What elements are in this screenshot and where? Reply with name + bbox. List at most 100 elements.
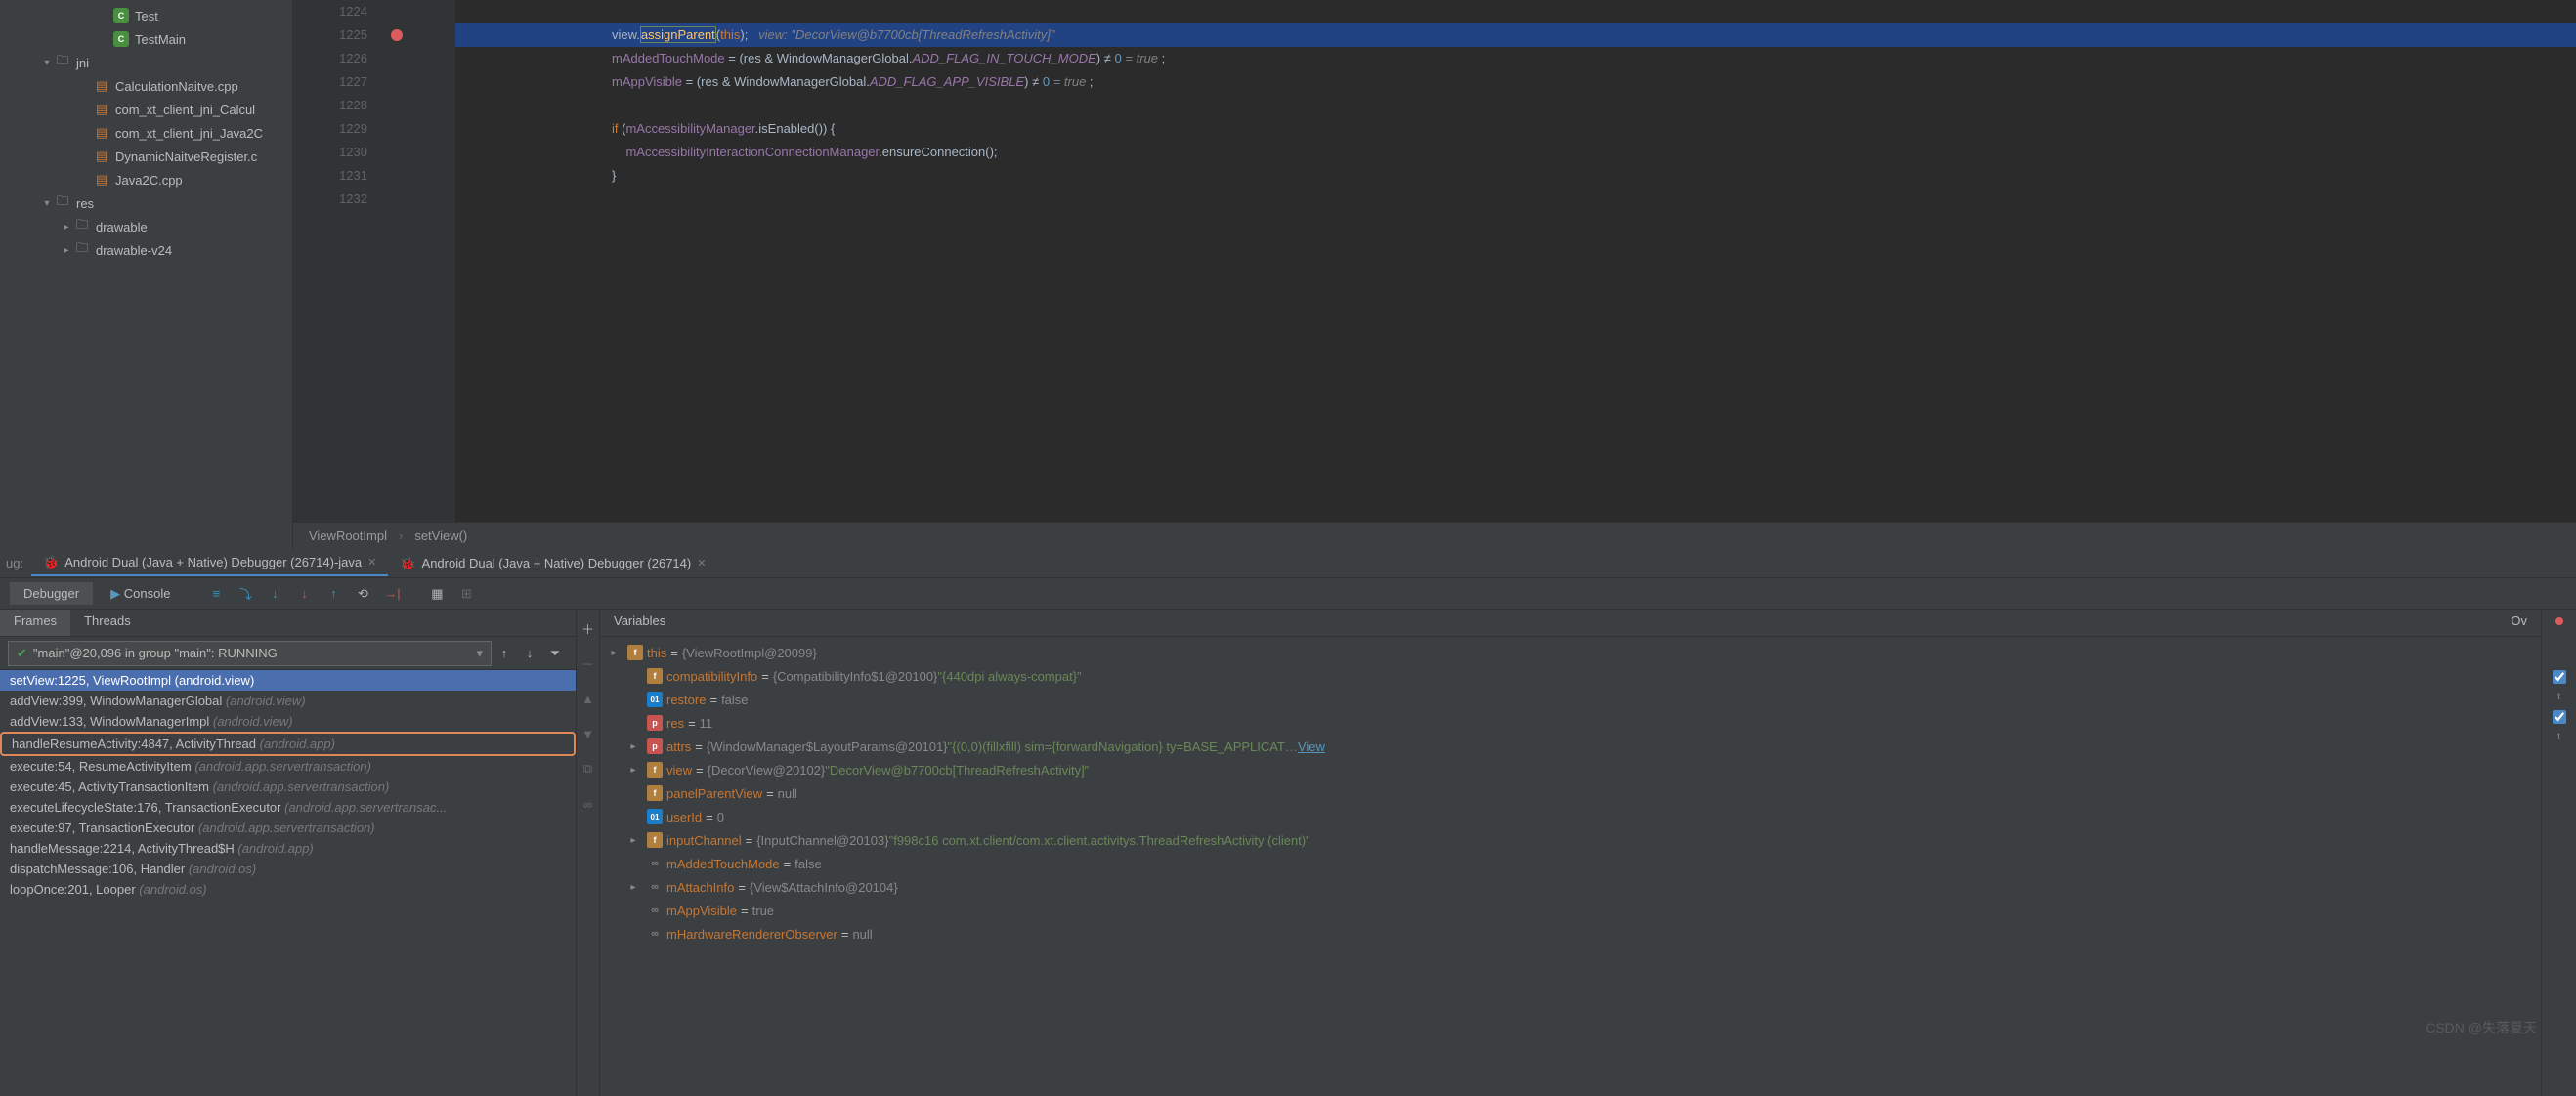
- stack-frame[interactable]: addView:399, WindowManagerGlobal (androi…: [0, 691, 576, 711]
- drop-frame-icon[interactable]: ⟲: [350, 581, 375, 607]
- variable-row[interactable]: ▸fview = {DecorView@20102} "DecorView@b7…: [600, 758, 2541, 781]
- field-icon: f: [647, 785, 663, 801]
- line-gutter: 122412251226122712281229123012311232: [293, 0, 381, 522]
- tree-label: jni: [76, 56, 89, 70]
- prev-frame-icon[interactable]: ↑: [492, 641, 517, 666]
- copy-icon[interactable]: ⧉: [576, 756, 601, 781]
- stack-frame[interactable]: setView:1225, ViewRootImpl (android.view…: [0, 670, 576, 691]
- tree-item[interactable]: ▾🗀jni: [0, 51, 292, 74]
- variable-row[interactable]: 01restore = false: [600, 688, 2541, 711]
- debug-tab-java[interactable]: 🐞 Android Dual (Java + Native) Debugger …: [31, 551, 388, 576]
- class-icon: C: [113, 31, 129, 47]
- tree-item[interactable]: ▤CalculationNaitve.cpp: [0, 74, 292, 98]
- tree-item[interactable]: ▤ DynamicNaitveRegister.c: [0, 145, 292, 168]
- breadcrumb-method[interactable]: setView(): [414, 528, 467, 543]
- variable-row[interactable]: 01userId = 0: [600, 805, 2541, 828]
- stack-frame[interactable]: execute:45, ActivityTransactionItem (and…: [0, 777, 576, 797]
- close-icon[interactable]: ✕: [697, 557, 706, 569]
- field-icon: f: [647, 762, 663, 778]
- step-out-icon[interactable]: ↑: [321, 581, 346, 607]
- debug-tab-native[interactable]: 🐞 Android Dual (Java + Native) Debugger …: [388, 552, 717, 575]
- vars-side-toolbar[interactable]: ＋ － ▲ ▼ ⧉ ∞: [577, 610, 600, 1096]
- tree-label: DynamicNaitveRegister.c: [115, 149, 257, 164]
- variable-row[interactable]: pres = 11: [600, 711, 2541, 735]
- remove-icon[interactable]: －: [576, 651, 601, 676]
- frames-list[interactable]: setView:1225, ViewRootImpl (android.view…: [0, 670, 576, 1096]
- variable-row[interactable]: ▸∞mAttachInfo = {View$AttachInfo@20104}: [600, 875, 2541, 899]
- tree-item[interactable]: ▸🗀drawable: [0, 215, 292, 238]
- breadcrumb-class[interactable]: ViewRootImpl: [309, 528, 387, 543]
- close-icon[interactable]: ✕: [367, 556, 376, 569]
- record-icon[interactable]: [2555, 617, 2563, 625]
- console-tab[interactable]: ▶ Console: [97, 582, 184, 606]
- tree-label: drawable-v24: [96, 243, 172, 258]
- folder-icon: 🗀: [74, 219, 90, 234]
- tree-label: Java2C.cpp: [115, 173, 183, 188]
- tree-item[interactable]: ▸🗀drawable-v24: [0, 238, 292, 262]
- tree-item[interactable]: ▾🗀res: [0, 191, 292, 215]
- step-into-icon[interactable]: ↓: [262, 581, 287, 607]
- tree-item[interactable]: ▤com_xt_client_jni_Java2C: [0, 121, 292, 145]
- file-icon: ▤: [94, 125, 109, 141]
- variable-row[interactable]: ∞mHardwareRendererObserver = null: [600, 922, 2541, 946]
- breadcrumb[interactable]: ViewRootImpl › setView(): [293, 522, 2576, 549]
- variables-panel: Variables Ov ▸fthis = {ViewRootImpl@2009…: [600, 610, 2541, 1096]
- stack-frame[interactable]: dispatchMessage:106, Handler (android.os…: [0, 859, 576, 879]
- field-icon: f: [647, 668, 663, 684]
- up-icon[interactable]: ▲: [576, 686, 601, 711]
- variable-row[interactable]: ▸pattrs = {WindowManager$LayoutParams@20…: [600, 735, 2541, 758]
- variable-row[interactable]: ▸finputChannel = {InputChannel@20103} "f…: [600, 828, 2541, 852]
- tree-label: TestMain: [135, 32, 186, 47]
- threads-subtab[interactable]: Threads: [70, 610, 145, 636]
- tree-item[interactable]: ▤Java2C.cpp: [0, 168, 292, 191]
- stack-frame[interactable]: execute:54, ResumeActivityItem (android.…: [0, 756, 576, 777]
- add-watch-icon[interactable]: ＋: [576, 615, 601, 641]
- next-frame-icon[interactable]: ↓: [517, 641, 542, 666]
- stack-frame[interactable]: execute:97, TransactionExecutor (android…: [0, 818, 576, 838]
- stack-frame[interactable]: handleMessage:2214, ActivityThread$H (an…: [0, 838, 576, 859]
- filter-icon[interactable]: ⏷: [542, 641, 568, 666]
- debug-session-tabs[interactable]: ug: 🐞 Android Dual (Java + Native) Debug…: [0, 549, 2576, 578]
- folder-icon: 🗀: [74, 242, 90, 258]
- watch-checkbox-2[interactable]: [2553, 710, 2566, 724]
- variable-row[interactable]: fcompatibilityInfo = {CompatibilityInfo$…: [600, 664, 2541, 688]
- breadcrumb-sep: ›: [399, 528, 403, 543]
- param-icon: p: [647, 738, 663, 754]
- down-icon[interactable]: ▼: [576, 721, 601, 746]
- stack-frame[interactable]: handleResumeActivity:4847, ActivityThrea…: [0, 732, 576, 756]
- right-gutter[interactable]: t t: [2541, 610, 2576, 1096]
- stack-frame[interactable]: executeLifecycleState:176, TransactionEx…: [0, 797, 576, 818]
- watch-checkbox-1[interactable]: [2553, 670, 2566, 684]
- step-over-icon[interactable]: ⤵: [233, 581, 258, 607]
- link-icon: ∞: [647, 879, 663, 895]
- debug-toolbar[interactable]: Debugger ▶ Console ≡ ⤵ ↓ ↓ ↑ ⟲ →| ▦ ⊞: [0, 578, 2576, 610]
- evaluate-icon[interactable]: ▦: [424, 581, 450, 607]
- stack-frame[interactable]: addView:133, WindowManagerImpl (android.…: [0, 711, 576, 732]
- run-cursor-icon[interactable]: →|: [379, 581, 405, 607]
- stack-frame[interactable]: loopOnce:201, Looper (android.os): [0, 879, 576, 900]
- variable-row[interactable]: fpanelParentView = null: [600, 781, 2541, 805]
- code-body[interactable]: view.assignParent(this); view: "DecorVie…: [455, 0, 2576, 522]
- project-tree[interactable]: CTest C TestMain ▾🗀jni▤CalculationNaitve.cp…: [0, 0, 293, 549]
- tree-item[interactable]: C TestMain: [0, 27, 292, 51]
- frames-subtab[interactable]: Frames: [0, 610, 70, 636]
- bug-icon: 🐞: [400, 556, 415, 571]
- tree-item[interactable]: ▤com_xt_client_jni_Calcul: [0, 98, 292, 121]
- variable-row[interactable]: ∞mAppVisible = true: [600, 899, 2541, 922]
- view-link[interactable]: View: [1298, 739, 1325, 754]
- file-icon: ▤: [94, 148, 109, 164]
- thread-selector[interactable]: ✔ "main"@20,096 in group "main": RUNNING…: [8, 641, 492, 666]
- code-editor: 122412251226122712281229123012311232 vie…: [293, 0, 2576, 549]
- param-icon: p: [647, 715, 663, 731]
- force-step-icon[interactable]: ↓: [291, 581, 317, 607]
- check-icon: ✔: [17, 646, 27, 661]
- glasses-icon[interactable]: ∞: [576, 791, 601, 817]
- tree-label: drawable: [96, 220, 148, 234]
- show-exec-icon[interactable]: ≡: [203, 581, 229, 607]
- more-icon[interactable]: ⊞: [453, 581, 479, 607]
- variable-row[interactable]: ∞mAddedTouchMode = false: [600, 852, 2541, 875]
- variables-tree[interactable]: ▸fthis = {ViewRootImpl@20099}fcompatibil…: [600, 637, 2541, 1096]
- variable-row[interactable]: ▸fthis = {ViewRootImpl@20099}: [600, 641, 2541, 664]
- tree-item[interactable]: CTest: [0, 4, 292, 27]
- debugger-tab[interactable]: Debugger: [10, 582, 93, 605]
